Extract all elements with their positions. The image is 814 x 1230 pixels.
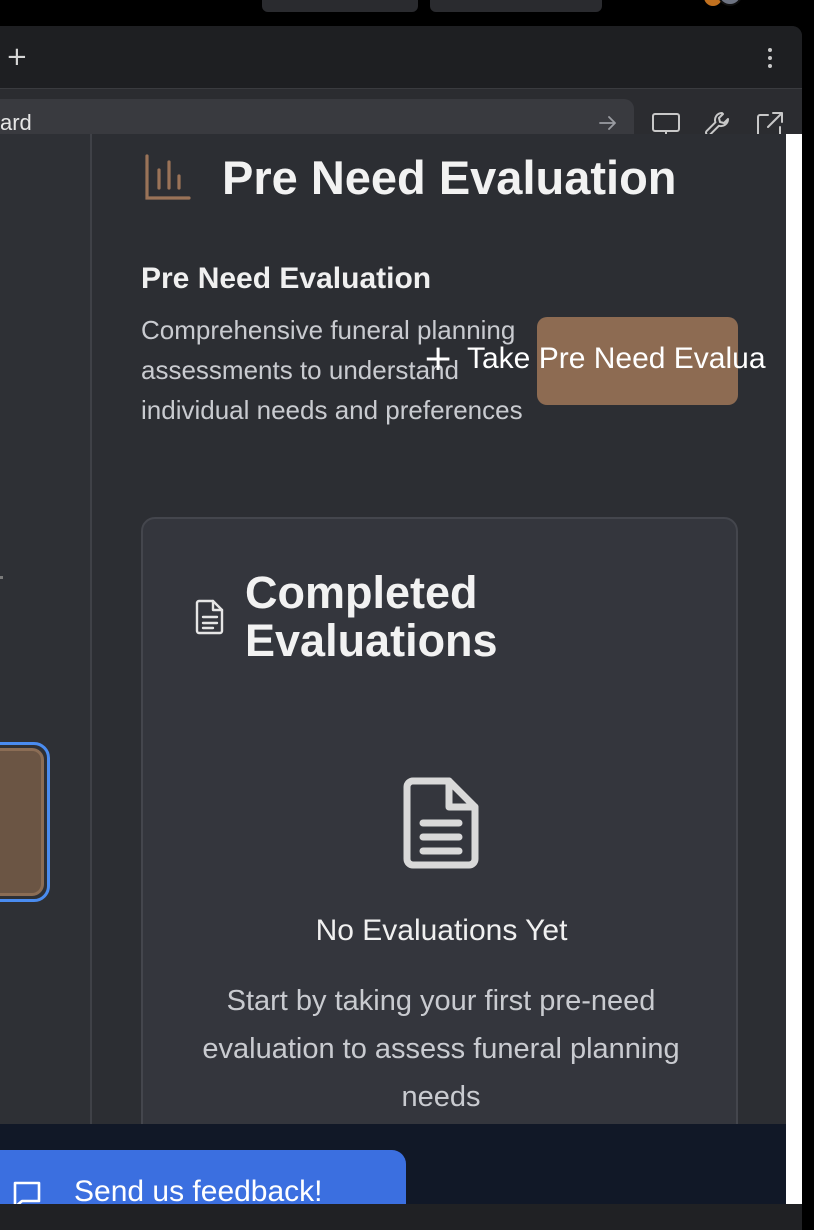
section-title: Pre Need Evaluation xyxy=(141,262,432,295)
take-evaluation-label: Take Pre Need Evalua xyxy=(467,342,766,375)
tab-bar: + xyxy=(0,26,802,88)
feedback-button[interactable]: Send us feedback! xyxy=(0,1150,406,1204)
page-title: Pre Need Evaluation xyxy=(222,151,677,204)
os-menubar-item[interactable] xyxy=(262,0,418,12)
document-icon xyxy=(403,777,479,869)
page-header: Pre Need Evaluation xyxy=(142,148,677,208)
document-icon xyxy=(195,599,224,635)
address-text: ard xyxy=(0,110,32,135)
sidebar-active-item[interactable] xyxy=(0,742,50,902)
avatar xyxy=(718,0,742,6)
feedback-label: Send us feedback! xyxy=(74,1175,323,1204)
browser-menu-icon[interactable] xyxy=(760,44,780,72)
window-edge xyxy=(786,134,802,1204)
card-title: Completed Evaluations xyxy=(245,567,498,666)
main-content: Pre Need Evaluation Pre Need Evaluation … xyxy=(94,134,786,1157)
plus-icon: + xyxy=(423,338,454,379)
os-menubar-item[interactable] xyxy=(430,0,602,12)
chat-bubble-icon xyxy=(13,1181,41,1204)
sidebar-marker xyxy=(0,576,3,579)
empty-state-title: No Evaluations Yet xyxy=(315,914,568,947)
card-header: Completed Evaluations xyxy=(193,569,565,665)
bar-chart-icon xyxy=(145,154,191,200)
sidebar xyxy=(0,134,92,1124)
completed-evaluations-card: Completed Evaluations No Evaluations Yet… xyxy=(141,517,738,1157)
screen: + ard Pre Need Evaluation Pre Need Evalu… xyxy=(0,0,814,1230)
footer-bar: Send us feedback! xyxy=(0,1124,786,1204)
os-avatar-stack[interactable] xyxy=(700,0,748,6)
take-evaluation-button[interactable]: + Take Pre Need Evalua xyxy=(423,317,766,405)
empty-state-description: Start by taking your first pre-need eval… xyxy=(202,985,680,1113)
page-viewport: Pre Need Evaluation Pre Need Evaluation … xyxy=(0,134,786,1204)
sidebar-item-fill xyxy=(0,748,44,896)
arrow-right-icon[interactable] xyxy=(596,111,620,135)
new-tab-button[interactable]: + xyxy=(6,42,28,72)
